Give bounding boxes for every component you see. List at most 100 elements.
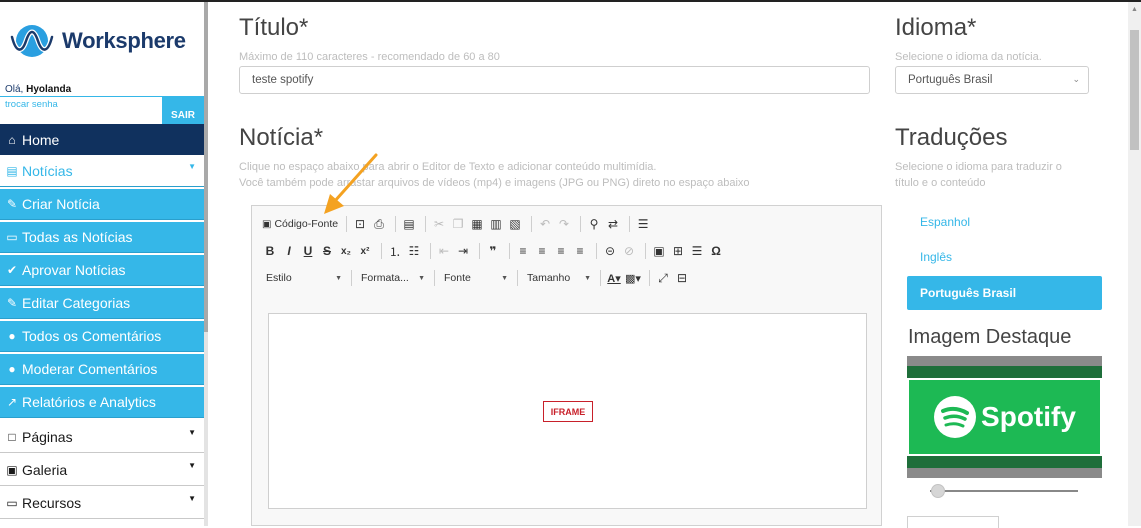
toolbar-separator xyxy=(596,243,597,259)
redo-icon[interactable]: ↷ xyxy=(556,215,572,233)
change-password-link[interactable]: trocar senha xyxy=(5,99,58,110)
sidebar-item-news[interactable]: ▤ Notícias ▼ xyxy=(0,156,204,187)
numbered-list-icon[interactable]: ⒈ xyxy=(387,242,403,260)
window-icon: □ xyxy=(8,430,16,444)
templates-icon[interactable]: ▤ xyxy=(401,215,417,233)
bold-icon[interactable]: B xyxy=(262,242,278,260)
font-combo[interactable]: Fonte ▼ xyxy=(440,272,512,284)
translation-spanish[interactable]: Espanhol xyxy=(907,205,1102,239)
special-char-icon[interactable]: Ω xyxy=(708,242,724,260)
format-combo[interactable]: Formata... ▼ xyxy=(357,272,429,284)
title-label: Título* xyxy=(239,14,309,41)
table-icon[interactable]: ⊞ xyxy=(670,242,686,260)
sidebar-item-approve-news[interactable]: ✔ Aprovar Notícias xyxy=(0,255,204,286)
outdent-icon[interactable]: ⇤ xyxy=(436,242,452,260)
language-select-value: Português Brasil xyxy=(908,74,993,86)
sidebar-item-label: Relatórios e Analytics xyxy=(22,394,156,410)
sidebar-item-all-comments[interactable]: ● Todos os Comentários xyxy=(0,321,204,352)
horizontal-line-icon[interactable]: ☰ xyxy=(689,242,705,260)
iframe-placeholder[interactable]: IFRAME xyxy=(543,401,593,422)
copy-icon[interactable]: ❐ xyxy=(450,215,466,233)
sidebar-item-resources[interactable]: ▭ Recursos ▼ xyxy=(0,488,204,519)
scroll-up-icon[interactable]: ▲ xyxy=(1131,6,1138,13)
sidebar-item-all-news[interactable]: ▭ Todas as Notícias xyxy=(0,222,204,253)
sidebar-item-label: Páginas xyxy=(22,429,73,445)
spotify-wordmark: Spotify xyxy=(981,401,1076,432)
superscript-icon[interactable]: x² xyxy=(357,242,373,260)
image-band-bottom xyxy=(907,468,1102,478)
sidebar-item-label: Aprovar Notícias xyxy=(22,262,126,278)
sidebar-item-pages[interactable]: □ Páginas ▼ xyxy=(0,422,204,453)
image-zoom-slider[interactable] xyxy=(931,484,945,498)
bulleted-list-icon[interactable]: ☷ xyxy=(406,242,422,260)
unlink-icon[interactable]: ⊘ xyxy=(621,242,637,260)
show-blocks-icon[interactable]: ⊟ xyxy=(674,269,690,287)
pencil-icon: ✎ xyxy=(6,296,18,310)
subscript-icon[interactable]: x₂ xyxy=(338,242,354,260)
cut-icon[interactable]: ✂ xyxy=(431,215,447,233)
caret-down-icon: ▼ xyxy=(418,274,425,282)
align-right-icon[interactable]: ≡ xyxy=(553,242,569,260)
sidebar-item-label: Home xyxy=(22,131,60,148)
italic-icon[interactable]: I xyxy=(281,242,297,260)
toolbar-separator xyxy=(381,243,382,259)
style-combo[interactable]: Estilo ▼ xyxy=(262,272,346,284)
sidebar-scroll-thumb[interactable] xyxy=(204,2,208,332)
worksphere-logo-icon xyxy=(9,25,55,57)
link-icon[interactable]: ⊝ xyxy=(602,242,618,260)
align-center-icon[interactable]: ≡ xyxy=(534,242,550,260)
page-scrollbar[interactable]: ▲ xyxy=(1128,2,1141,526)
undo-icon[interactable]: ↶ xyxy=(537,215,553,233)
underline-icon[interactable]: U xyxy=(300,242,316,260)
spotify-banner: Spotify xyxy=(909,380,1100,454)
justify-icon[interactable]: ≡ xyxy=(572,242,588,260)
sidebar-item-reports[interactable]: ↗ Relatórios e Analytics xyxy=(0,387,204,418)
brand-logo[interactable]: Worksphere xyxy=(8,20,186,62)
sidebar-item-gallery[interactable]: ▣ Galeria ▼ xyxy=(0,455,204,486)
sidebar-scrollbar[interactable] xyxy=(204,2,208,526)
toolbar-separator xyxy=(531,216,533,232)
select-all-icon[interactable]: ☰ xyxy=(635,215,651,233)
source-code-label: Código-Fonte xyxy=(274,218,339,230)
page-scroll-thumb[interactable] xyxy=(1130,30,1139,150)
translations-hint-line2: título e o conteúdo xyxy=(895,177,986,189)
indent-icon[interactable]: ⇥ xyxy=(455,242,471,260)
replace-icon[interactable]: ⇄ xyxy=(605,215,621,233)
sidebar-item-edit-categories[interactable]: ✎ Editar Categorias xyxy=(0,288,204,319)
translation-english[interactable]: Inglês xyxy=(907,240,1102,274)
sidebar-item-label: Recursos xyxy=(22,495,82,511)
laptop-icon: ▭ xyxy=(6,496,18,510)
sidebar-item-label: Galeria xyxy=(22,462,68,478)
find-icon[interactable]: ⚲ xyxy=(586,215,602,233)
strikethrough-icon[interactable]: S xyxy=(319,242,335,260)
text-color-icon[interactable]: A▾ xyxy=(606,269,622,287)
paste-icon[interactable]: ▦ xyxy=(469,215,485,233)
translation-portuguese[interactable]: Português Brasil xyxy=(907,276,1102,310)
image-icon[interactable]: ▣ xyxy=(651,242,667,260)
newspaper-icon: ▤ xyxy=(6,164,18,178)
blockquote-icon[interactable]: ❞ xyxy=(485,242,501,260)
logout-button[interactable]: SAIR xyxy=(162,97,204,125)
image-action-box[interactable] xyxy=(907,516,999,528)
sidebar-item-create-news[interactable]: ✎ Criar Notícia xyxy=(0,189,204,220)
sidebar-item-label: Criar Notícia xyxy=(22,196,100,212)
sidebar-item-label: Notícias xyxy=(22,163,73,179)
featured-image[interactable]: Spotify xyxy=(907,356,1102,478)
align-left-icon[interactable]: ≡ xyxy=(515,242,531,260)
toolbar-separator xyxy=(395,216,397,232)
image-icon: ▣ xyxy=(6,463,18,477)
toolbar-separator xyxy=(629,216,631,232)
paste-word-icon[interactable]: ▧ xyxy=(507,215,523,233)
editor-content-area[interactable]: IFRAME xyxy=(268,313,867,509)
bg-color-icon[interactable]: ▩▾ xyxy=(625,269,641,287)
sidebar-item-moderate-comments[interactable]: ● Moderar Comentários xyxy=(0,354,204,385)
image-zoom-track[interactable] xyxy=(930,490,1078,492)
sidebar-item-home[interactable]: ⌂ Home xyxy=(0,124,204,155)
paste-text-icon[interactable]: ▥ xyxy=(488,215,504,233)
title-input[interactable]: teste spotify xyxy=(239,66,870,94)
greeting-text: Olá, xyxy=(5,84,24,95)
size-combo[interactable]: Tamanho ▼ xyxy=(523,272,595,284)
featured-image-label: Imagem Destaque xyxy=(908,326,1072,348)
maximize-icon[interactable]: ⤢ xyxy=(655,269,671,287)
language-select[interactable]: Português Brasil ⌄ xyxy=(895,66,1089,94)
